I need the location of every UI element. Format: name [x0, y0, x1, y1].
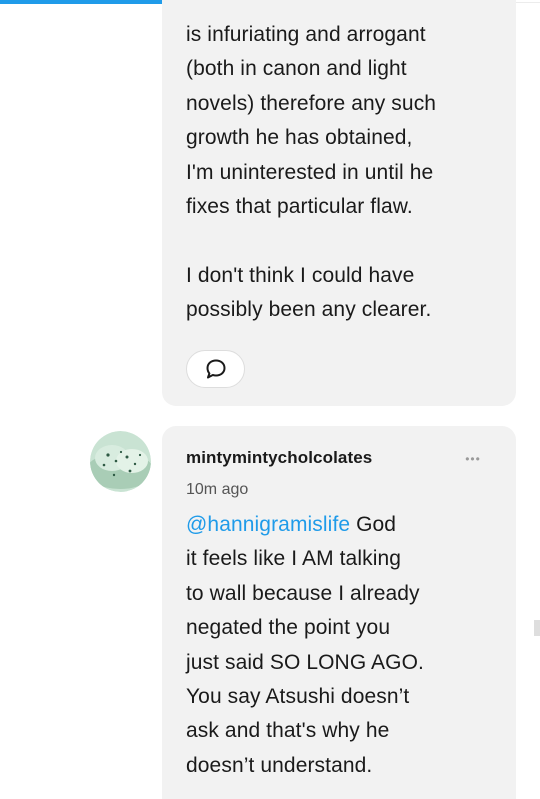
comment-timestamp: 10m ago — [186, 481, 249, 498]
scrollbar[interactable] — [534, 620, 540, 636]
avatar-image — [90, 431, 151, 492]
reply-button[interactable] — [186, 350, 245, 388]
previous-comment-bubble: is infuriating and arrogant (both in can… — [162, 0, 516, 406]
comment-body: God it feels like I AM talking to wall b… — [186, 513, 424, 777]
previous-comment-text: is infuriating and arrogant (both in can… — [186, 23, 437, 322]
ellipsis-icon: ••• — [465, 452, 481, 466]
comment-bubble: mintymintycholcolates ••• 10m ago @hanni… — [162, 426, 516, 799]
comment-username[interactable]: mintymintycholcolates — [186, 448, 372, 468]
comment-thread: is infuriating and arrogant (both in can… — [0, 0, 540, 799]
avatar[interactable] — [90, 431, 151, 492]
comment-text: @hannigramislife God it feels like I AM … — [186, 508, 486, 783]
more-options-button[interactable]: ••• — [456, 450, 490, 468]
mention-link[interactable]: @hannigramislife — [186, 513, 350, 536]
loading-progress-bar — [0, 0, 180, 4]
speech-bubble-icon — [206, 359, 225, 379]
